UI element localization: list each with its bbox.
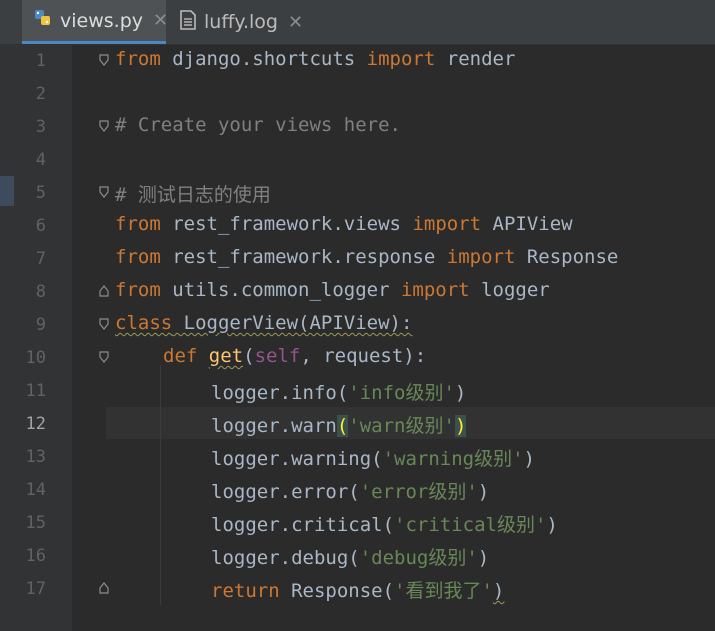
line-number: 15	[25, 513, 46, 533]
code-text: )	[546, 514, 558, 536]
line-number: 2	[35, 84, 46, 104]
code-line-3: # Create your views here.	[115, 114, 401, 136]
keyword: return	[211, 580, 280, 602]
code-text: logger.info(	[211, 382, 349, 404]
code-text: render	[435, 48, 516, 70]
fold-start-icon[interactable]	[99, 318, 109, 330]
line-number: 9	[35, 315, 46, 335]
code-text: Response	[515, 246, 619, 268]
matched-brace: (	[336, 415, 349, 437]
keyword: from	[115, 48, 161, 70]
close-tab-icon[interactable]: ✕	[288, 12, 303, 33]
keyword: import	[366, 48, 436, 70]
line-number: 14	[25, 480, 46, 500]
tab-label: luffy.log	[204, 11, 278, 33]
code-line-12: logger.warn('warn级别')	[211, 411, 467, 438]
code-text: rest_framework.views	[160, 213, 413, 235]
code-text: logger.critical(	[211, 514, 395, 536]
line-number: 1	[35, 51, 46, 71]
code-text: logger.warning(	[211, 448, 383, 470]
tab-luffy-log[interactable]: luffy.log ✕	[180, 0, 310, 44]
code-line-1: from django.shortcuts import render	[115, 48, 515, 70]
code-text: )	[454, 382, 467, 404]
keyword: def	[163, 345, 198, 367]
code-line-6: from rest_framework.views import APIView	[115, 213, 573, 235]
python-file-icon	[34, 9, 52, 32]
code-line-10: def get(self, request):	[163, 345, 426, 367]
tab-views-py[interactable]: views.py ✕	[22, 0, 168, 44]
string-literal: 'debug级别'	[359, 547, 478, 569]
line-number: 17	[25, 579, 46, 599]
fold-start-icon[interactable]	[99, 186, 109, 198]
code-line-9: class LoggerView(APIView):	[115, 312, 412, 334]
code-text: (	[243, 345, 255, 367]
line-number: 11	[25, 381, 46, 401]
code-text: logger	[469, 279, 550, 301]
code-line-16: logger.debug('debug级别')	[211, 543, 489, 570]
line-number: 16	[25, 546, 46, 566]
line-number: 5	[35, 183, 46, 203]
code-text: logger.debug(	[211, 547, 360, 569]
keyword: import	[412, 213, 482, 235]
fold-start-icon[interactable]	[99, 351, 109, 363]
code-text: , request):	[300, 345, 427, 367]
log-file-icon	[180, 9, 196, 35]
matched-brace: )	[454, 415, 467, 437]
line-number: 8	[35, 282, 46, 302]
code-text: utils.common_logger	[160, 279, 401, 301]
fold-end-icon[interactable]	[99, 582, 109, 594]
keyword: import	[446, 246, 516, 268]
keyword: from	[115, 246, 161, 268]
code-text: django.shortcuts	[160, 48, 367, 70]
code-text: )	[477, 547, 490, 569]
fold-start-icon[interactable]	[99, 54, 109, 66]
code-text: rest_framework.response	[160, 246, 447, 268]
line-number-gutter: 1 2 3 4 5 6 7 8 9 10 11 12 13 14 15 16 1…	[0, 45, 72, 631]
fold-start-icon[interactable]	[99, 120, 109, 132]
indent-guide	[160, 365, 161, 605]
keyword: from	[115, 213, 161, 235]
line-number: 3	[35, 117, 46, 137]
code-text: logger.warn	[211, 415, 337, 437]
function-name: get	[208, 345, 244, 367]
code-text: LoggerView(APIView):	[172, 312, 413, 334]
code-line-5: # 测试日志的使用	[115, 184, 271, 206]
line-number-current: 12	[25, 414, 46, 434]
code-line-13: logger.warning('warning级别')	[211, 444, 535, 471]
code-text: logger.error(	[211, 481, 360, 503]
string-literal: 'error级别'	[359, 481, 478, 503]
self-param: self	[254, 345, 301, 367]
keyword: class	[115, 312, 173, 334]
code-text: Response(	[279, 580, 395, 602]
line-number: 6	[35, 216, 46, 236]
string-literal: 'warning级别'	[382, 448, 524, 470]
code-text: APIView	[481, 213, 573, 235]
line-number: 7	[35, 249, 46, 269]
string-literal: 'warn级别'	[348, 415, 455, 437]
code-line-17: return Response('看到我了')	[211, 576, 504, 603]
editor-tab-bar: views.py ✕ luffy.log ✕	[0, 0, 715, 45]
code-line-8: from utils.common_logger import logger	[115, 279, 550, 301]
code-text: )	[492, 580, 505, 602]
string-literal: 'info级别'	[348, 382, 455, 404]
fold-end-icon[interactable]	[99, 285, 109, 297]
code-text: )	[477, 481, 490, 503]
line-number: 10	[25, 348, 46, 368]
keyword: import	[400, 279, 470, 301]
line-number: 4	[35, 150, 46, 170]
keyword: from	[115, 279, 161, 301]
string-literal: '看到我了'	[394, 580, 493, 602]
line-number: 13	[25, 447, 46, 467]
code-line-15: logger.critical('critical级别')	[211, 510, 558, 537]
tab-label: views.py	[60, 9, 143, 32]
string-literal: 'critical级别'	[394, 514, 547, 536]
code-line-14: logger.error('error级别')	[211, 477, 489, 504]
close-tab-icon[interactable]: ✕	[153, 10, 168, 31]
code-line-11: logger.info('info级别')	[211, 378, 466, 405]
code-text: )	[523, 448, 535, 470]
code-line-7: from rest_framework.response import Resp…	[115, 246, 618, 268]
